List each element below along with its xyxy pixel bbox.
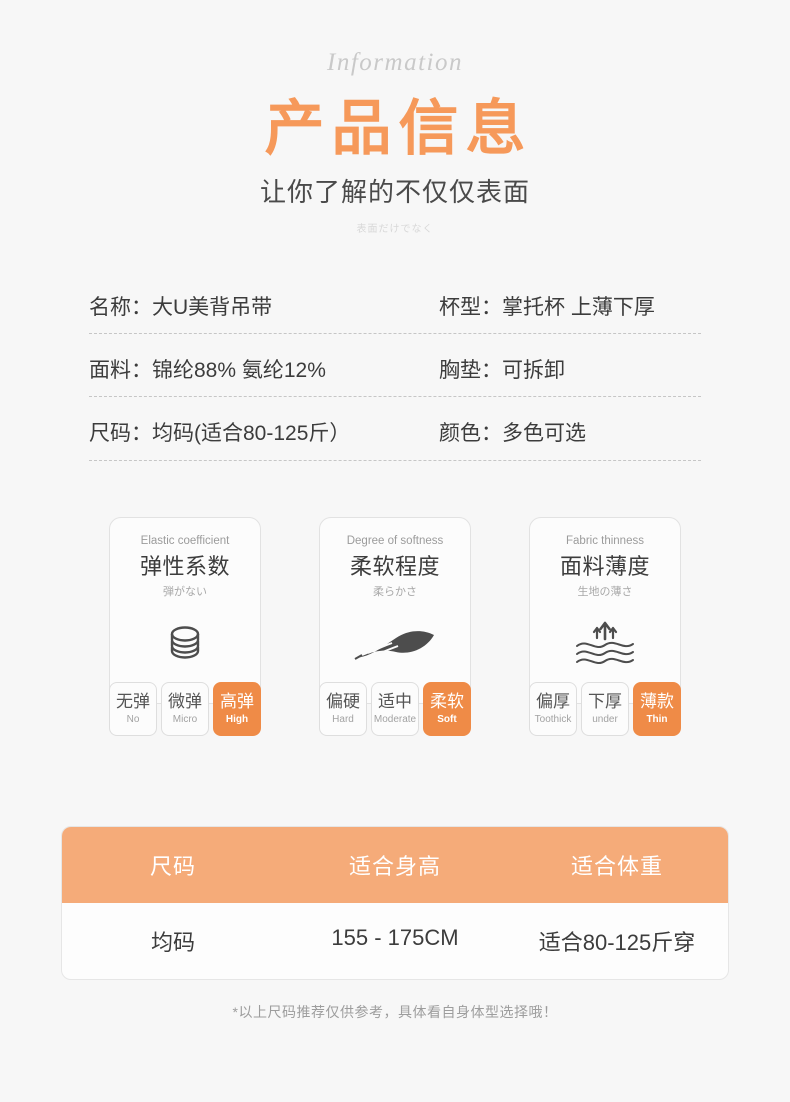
spec-fabric: 面料：锦纶88% 氨纶12% xyxy=(89,358,439,383)
spec-list: 名称：大U美背吊带 杯型：掌托杯 上薄下厚 面料：锦纶88% 氨纶12% 胸垫：… xyxy=(89,295,701,461)
card-jp-label: 生地の薄さ xyxy=(577,586,633,599)
spec-row: 尺码：均码(适合80-125斤） 颜色：多色可选 xyxy=(89,421,701,461)
chip-group-elasticity: 无弹 No 微弹 Micro 高弹 High xyxy=(109,682,261,737)
stacked-discs-icon xyxy=(110,617,260,669)
attribute-card-softness: Degree of softness 柔软程度 柔らかさ 偏硬 Hard 适中 … xyxy=(319,516,471,737)
chip-option-selected[interactable]: 高弹 High xyxy=(213,682,261,737)
spec-value: 均码(适合80-125斤） xyxy=(152,422,351,446)
table-row: 均码 155 - 175CM 适合80-125斤穿 xyxy=(62,903,728,979)
card-jp-label: 弾がない xyxy=(163,586,207,599)
chip-group-thinness: 偏厚 Toothick 下厚 under 薄款 Thin xyxy=(529,682,681,737)
spec-label: 胸垫： xyxy=(439,359,502,383)
spec-label: 名称： xyxy=(89,296,152,319)
attribute-cards: Elastic coefficient 弹性系数 弾がない 无弹 No 微弹 M… xyxy=(0,516,790,737)
chip-cn-label: 柔软 xyxy=(430,692,464,712)
card-en-label: Fabric thinness xyxy=(566,534,644,547)
spec-value: 大U美背吊带 xyxy=(152,296,273,319)
table-header-cell: 适合身高 xyxy=(348,854,441,880)
chip-option[interactable]: 适中 Moderate xyxy=(371,682,419,737)
spec-cup-type: 杯型：掌托杯 上薄下厚 xyxy=(439,295,701,320)
table-cell: 适合80-125斤穿 xyxy=(538,930,696,956)
chip-group-softness: 偏硬 Hard 适中 Moderate 柔软 Soft xyxy=(319,682,471,737)
card-body: Fabric thinness 面料薄度 生地の薄さ xyxy=(529,516,681,705)
chip-option-selected[interactable]: 柔软 Soft xyxy=(423,682,471,737)
chip-cn-label: 偏硬 xyxy=(326,692,360,712)
chip-en-label: Soft xyxy=(437,714,457,726)
size-table: 尺码 适合身高 适合体重 均码 155 - 175CM 适合80-125斤穿 xyxy=(61,826,729,981)
card-body: Degree of softness 柔软程度 柔らかさ xyxy=(319,516,471,705)
size-table-note: *以上尺码推荐仅供参考，具体看自身体型选择哦！ xyxy=(232,1004,558,1021)
spec-pad: 胸垫：可拆卸 xyxy=(439,358,701,383)
spec-color: 颜色：多色可选 xyxy=(439,421,701,446)
chip-cn-label: 高弹 xyxy=(220,692,254,712)
attribute-card-thinness: Fabric thinness 面料薄度 生地の薄さ 偏厚 Toothick 下… xyxy=(529,516,681,737)
chip-option[interactable]: 下厚 under xyxy=(581,682,629,737)
table-header-row: 尺码 适合身高 适合体重 xyxy=(62,827,728,904)
table-header-cell: 尺码 xyxy=(149,854,196,880)
card-cn-label: 柔软程度 xyxy=(349,554,440,580)
chip-en-label: Thin xyxy=(646,714,668,726)
spec-name: 名称：大U美背吊带 xyxy=(89,295,439,320)
table-cell: 均码 xyxy=(150,930,195,956)
table-cell: 155 - 175CM xyxy=(331,925,459,951)
spec-size: 尺码：均码(适合80-125斤） xyxy=(89,421,439,446)
card-body: Elastic coefficient 弹性系数 弾がない xyxy=(109,516,261,705)
breathable-waves-icon xyxy=(530,617,680,669)
chip-option[interactable]: 微弹 Micro xyxy=(161,682,209,737)
chip-en-label: Moderate xyxy=(373,714,417,726)
spec-row: 名称：大U美背吊带 杯型：掌托杯 上薄下厚 xyxy=(89,295,701,335)
attribute-card-elasticity: Elastic coefficient 弹性系数 弾がない 无弹 No 微弹 M… xyxy=(109,516,261,737)
chip-en-label: under xyxy=(592,714,618,726)
chip-option[interactable]: 无弹 No xyxy=(109,682,157,737)
chip-cn-label: 薄款 xyxy=(640,692,674,712)
chip-option-selected[interactable]: 薄款 Thin xyxy=(633,682,681,737)
page-header: Information 产品信息 让你了解的不仅仅表面 表面だけでなく xyxy=(0,0,790,235)
chip-en-label: Toothick xyxy=(534,714,572,726)
card-cn-label: 弹性系数 xyxy=(139,554,230,580)
card-en-label: Degree of softness xyxy=(346,534,444,547)
spec-row: 面料：锦纶88% 氨纶12% 胸垫：可拆卸 xyxy=(89,358,701,398)
chip-en-label: Micro xyxy=(172,714,198,726)
card-en-label: Elastic coefficient xyxy=(140,534,230,547)
table-header-cell: 适合体重 xyxy=(570,854,663,880)
chip-en-label: Hard xyxy=(332,714,354,726)
spec-value: 多色可选 xyxy=(502,422,586,446)
chip-en-label: High xyxy=(225,714,249,726)
chip-en-label: No xyxy=(126,714,140,726)
chip-cn-label: 下厚 xyxy=(588,692,622,712)
spec-value: 锦纶88% 氨纶12% xyxy=(152,359,326,383)
spec-label: 杯型： xyxy=(439,296,502,319)
spec-value: 掌托杯 上薄下厚 xyxy=(502,296,655,319)
page-title: 产品信息 xyxy=(264,95,533,162)
chip-cn-label: 无弹 xyxy=(116,692,150,712)
feather-icon xyxy=(320,617,470,669)
page-jp-note: 表面だけでなく xyxy=(356,224,434,235)
spec-label: 面料： xyxy=(89,359,152,383)
chip-option[interactable]: 偏硬 Hard xyxy=(319,682,367,737)
chip-cn-label: 适中 xyxy=(378,692,412,712)
page-subtitle: 让你了解的不仅仅表面 xyxy=(259,177,530,207)
chip-cn-label: 偏厚 xyxy=(536,692,570,712)
chip-cn-label: 微弹 xyxy=(168,692,202,712)
header-script-word: Information xyxy=(327,49,463,76)
spec-label: 颜色： xyxy=(439,422,502,446)
spec-value: 可拆卸 xyxy=(502,359,565,383)
card-jp-label: 柔らかさ xyxy=(373,586,417,599)
card-cn-label: 面料薄度 xyxy=(559,554,650,580)
spec-label: 尺码： xyxy=(89,422,152,446)
chip-option[interactable]: 偏厚 Toothick xyxy=(529,682,577,737)
